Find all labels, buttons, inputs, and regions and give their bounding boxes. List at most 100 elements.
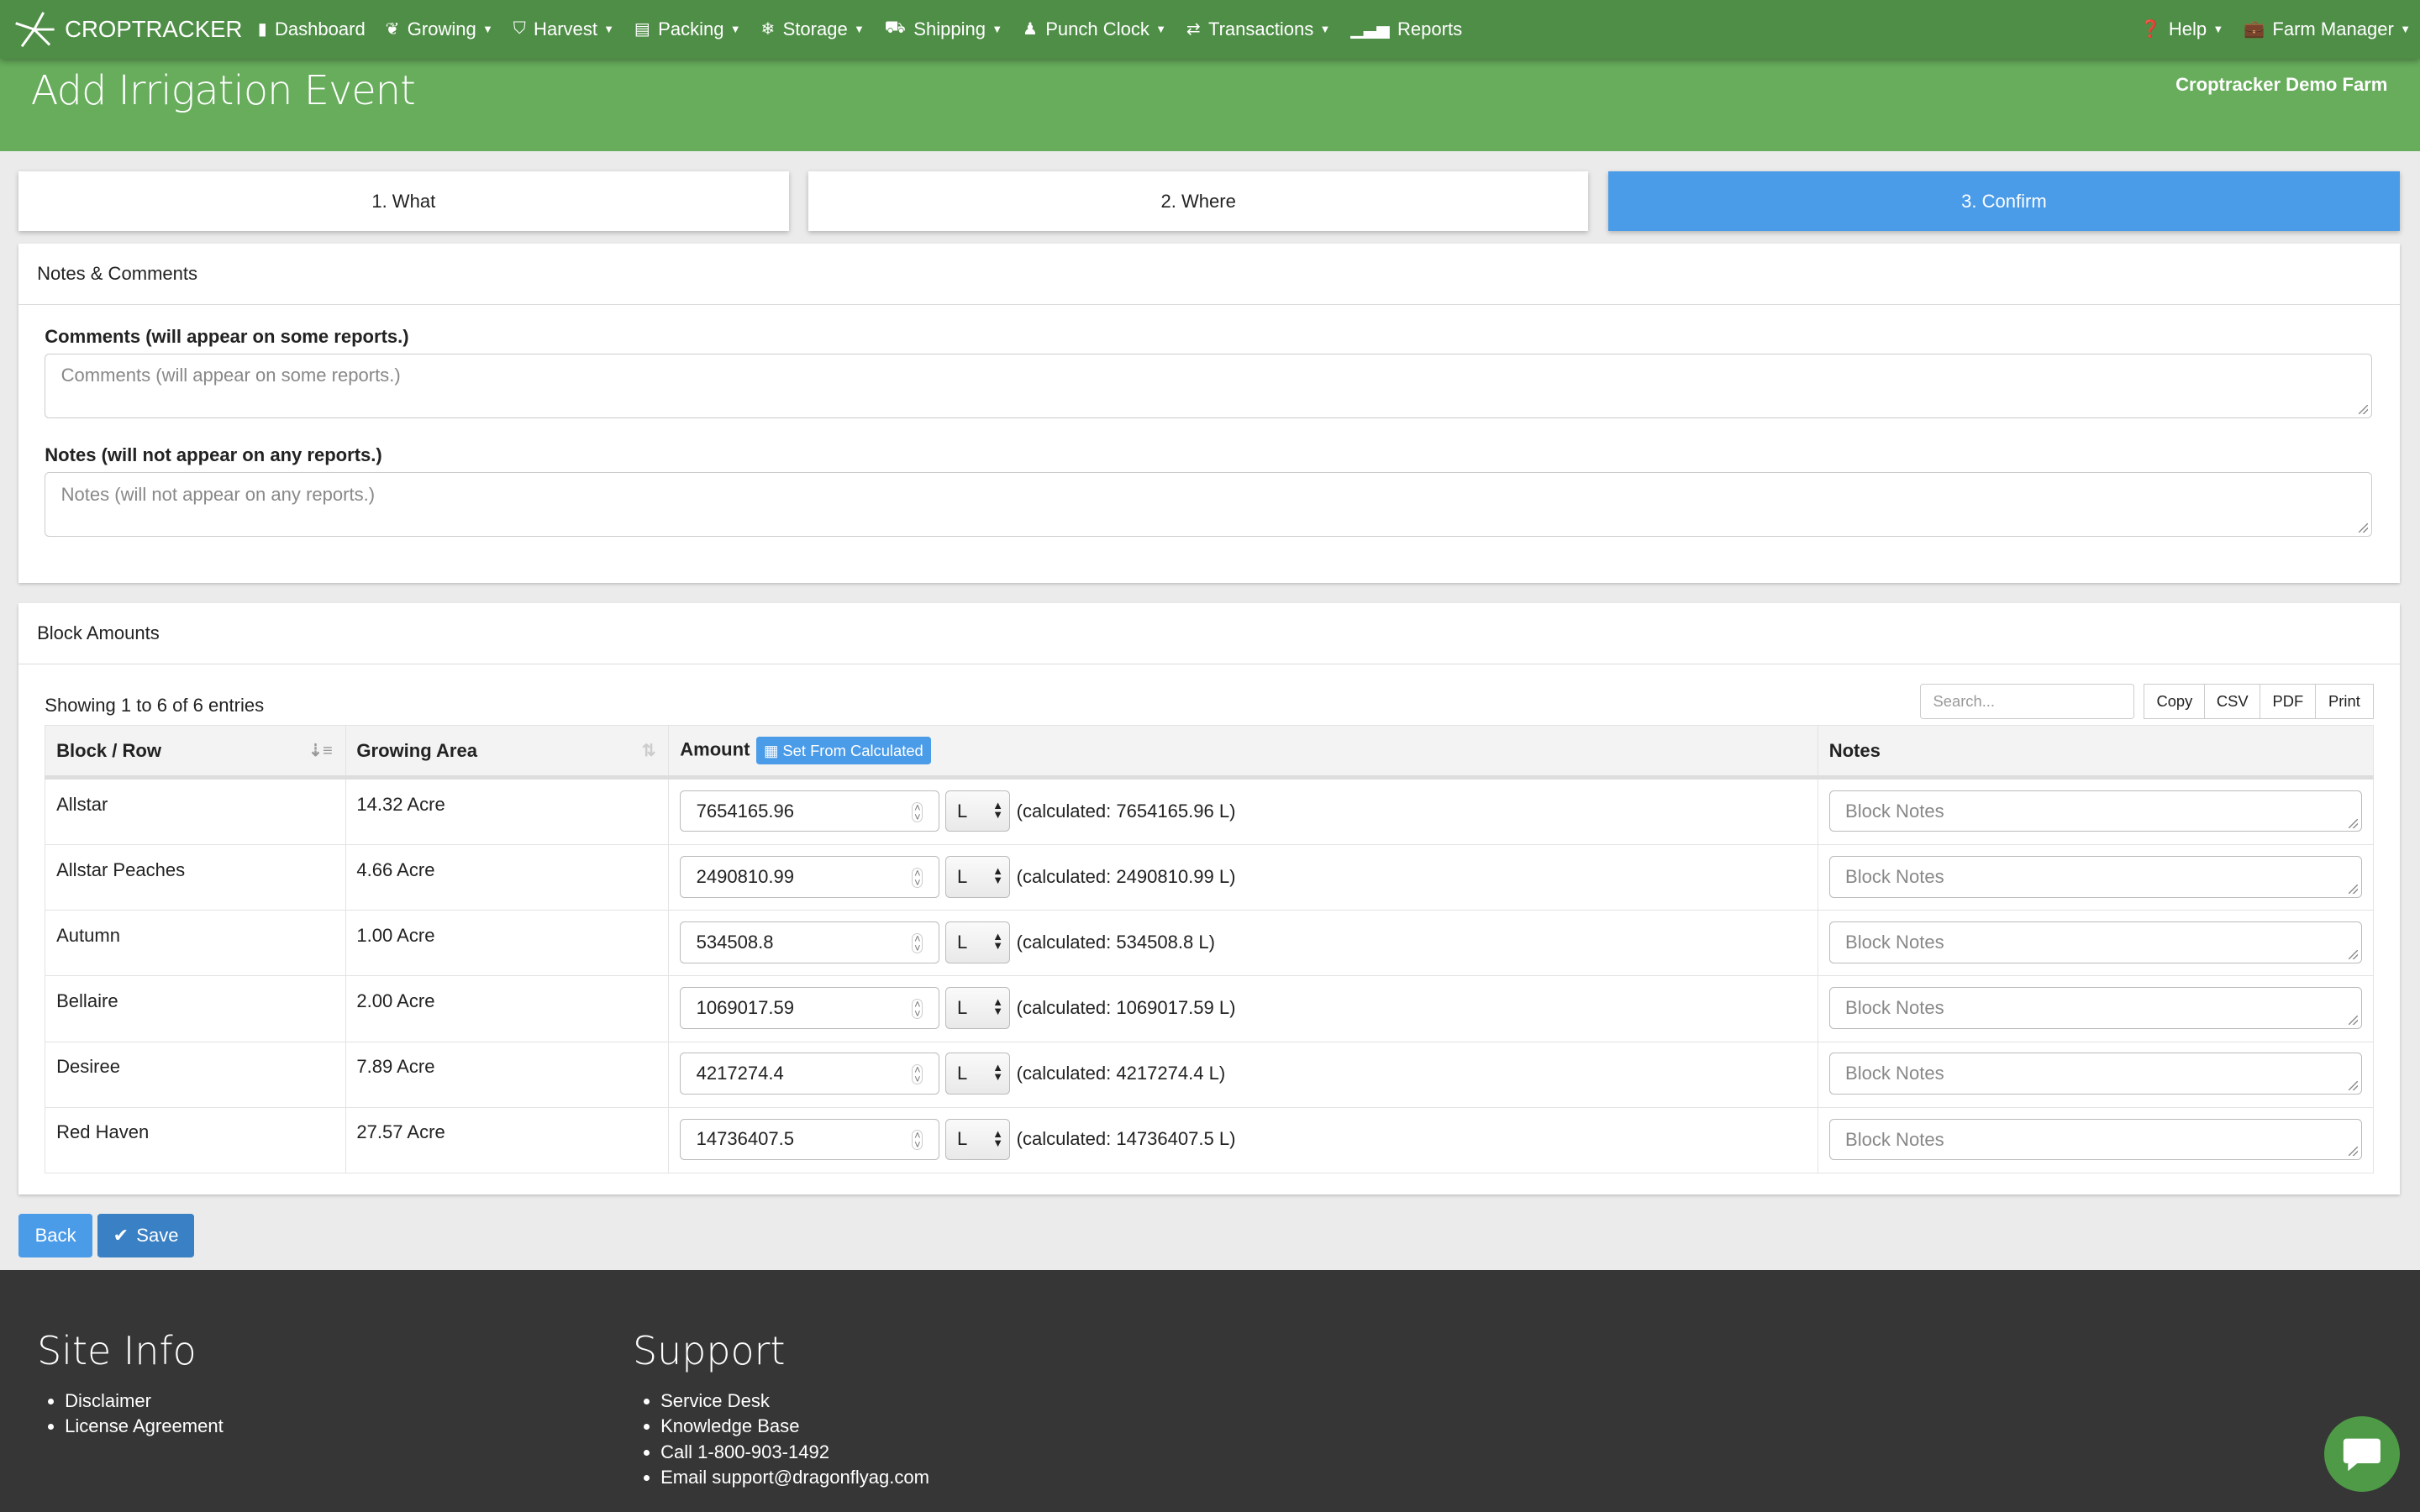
spinner-icon[interactable]: ˄ ˅ xyxy=(912,1064,923,1085)
select-arrows-icon: ▲ ▼ xyxy=(992,930,1003,953)
unit-value: L xyxy=(956,997,968,1019)
back-button[interactable]: Back xyxy=(18,1214,93,1257)
footer-link[interactable]: License Agreement xyxy=(65,1414,224,1439)
amount-input[interactable]: 534508.8 ˄ ˅ xyxy=(680,921,939,963)
brand-name: CROPTRACKER xyxy=(65,15,243,42)
nav-transactions[interactable]: ⇄ Transactions ▼ xyxy=(1186,18,1330,40)
nav-storage[interactable]: ❄ Storage ▼ xyxy=(760,18,864,40)
notes-panel: Notes & Comments Comments (will appear o… xyxy=(18,244,2401,584)
nav-reports[interactable]: ▁▃▅ Reports xyxy=(1350,18,1462,40)
snowflake-icon: ❄ xyxy=(760,20,776,39)
amount-cell: 4217274.4 ˄ ˅ L ▲ ▼ (calculated: 4217274.4 L… xyxy=(668,1041,1818,1108)
nav-shipping[interactable]: ⛟ Shipping ▼ xyxy=(885,18,1002,40)
block-name: Allstar Peaches xyxy=(45,844,346,911)
nav-growing[interactable]: ❦ Growing ▼ xyxy=(386,18,493,40)
block-notes-input[interactable]: Block Notes xyxy=(1828,987,2362,1029)
spinner-icon[interactable]: ˄ ˅ xyxy=(912,867,923,888)
column-label: Block / Row xyxy=(56,739,161,761)
spinner-icon[interactable]: ˄ ˅ xyxy=(912,932,923,953)
nav-farm-manager[interactable]: 💼 Farm Manager ▼ xyxy=(2244,18,2411,40)
amount-input[interactable]: 14736407.5 ˄ ˅ xyxy=(680,1118,939,1161)
amount-input[interactable]: 1069017.59 ˄ ˅ xyxy=(680,987,939,1029)
nav-punch-clock[interactable]: ♟ Punch Clock ▼ xyxy=(1023,18,1166,40)
page-title: Add Irrigation Event xyxy=(30,67,416,114)
notes-cell: Block Notes xyxy=(1817,1106,2374,1173)
caret-down-icon: ▼ xyxy=(482,23,493,36)
set-from-calculated-button[interactable]: ▦ Set From Calculated xyxy=(755,737,931,765)
spinner-icon[interactable]: ˄ ˅ xyxy=(912,1130,923,1151)
bookmark-icon: ▮ xyxy=(257,20,267,39)
column-header-block[interactable]: Block / Row ⇣≡ xyxy=(45,725,346,780)
calculated-amount: (calculated: 2490810.99 L) xyxy=(1016,865,1236,887)
save-button[interactable]: ✔ Save xyxy=(97,1214,195,1257)
block-notes-input[interactable]: Block Notes xyxy=(1828,855,2362,898)
unit-select[interactable]: L ▲ ▼ xyxy=(945,1118,1011,1161)
nav-farm-manager-label: Farm Manager xyxy=(2272,18,2394,39)
panel-heading: Notes & Comments xyxy=(18,244,2401,305)
spinner-icon[interactable]: ˄ ˅ xyxy=(912,801,923,822)
brand-logo[interactable]: CROPTRACKER xyxy=(13,11,243,48)
amount-input[interactable]: 4217274.4 ˄ ˅ xyxy=(680,1053,939,1095)
pdf-button[interactable]: PDF xyxy=(2259,683,2317,719)
column-header-area[interactable]: Growing Area ⇅ xyxy=(345,725,670,780)
select-arrows-icon: ▲ ▼ xyxy=(992,995,1003,1018)
block-notes-input[interactable]: Block Notes xyxy=(1828,790,2362,832)
table-row: Bellaire 2.00 Acre 1069017.59 ˄ ˅ L ▲ ▼ (cal… xyxy=(45,975,2374,1042)
amount-cell: 14736407.5 ˄ ˅ L ▲ ▼ (calculated: 14736407.5… xyxy=(668,1106,1818,1173)
footer-link[interactable]: Service Desk xyxy=(660,1389,929,1414)
notes-textarea[interactable]: Notes (will not appear on any reports.) xyxy=(45,472,2372,538)
amount-cell: 7654165.96 ˄ ˅ L ▲ ▼ (calculated: 7654165.96… xyxy=(668,777,1818,846)
column-label: Growing Area xyxy=(356,739,478,761)
footer-link[interactable]: Knowledge Base xyxy=(660,1414,929,1439)
unit-select[interactable]: L ▲ ▼ xyxy=(945,921,1011,963)
block-notes-input[interactable]: Block Notes xyxy=(1828,1118,2362,1161)
nav-label: Growing xyxy=(407,18,476,39)
footer-link[interactable]: Call 1-800-903-1492 xyxy=(660,1440,929,1465)
caret-down-icon: ▼ xyxy=(2400,23,2411,36)
croptracker-logo-icon xyxy=(14,11,55,47)
amount-value: 1069017.59 xyxy=(696,997,794,1019)
nav-help[interactable]: ❓ Help ▼ xyxy=(2140,18,2224,40)
box-icon: ▤ xyxy=(634,20,650,39)
unit-select[interactable]: L ▲ ▼ xyxy=(945,855,1011,898)
sort-icon: ⇅ xyxy=(641,741,656,760)
footer-link[interactable]: Email support@dragonflyag.com xyxy=(660,1465,929,1490)
block-notes-input[interactable]: Block Notes xyxy=(1828,1053,2362,1095)
search-input[interactable]: Search... xyxy=(1919,683,2135,719)
unit-value: L xyxy=(956,1128,968,1150)
amount-input[interactable]: 7654165.96 ˄ ˅ xyxy=(680,790,939,832)
unit-select[interactable]: L ▲ ▼ xyxy=(945,790,1011,832)
nav-dashboard[interactable]: ▮ Dashboard xyxy=(258,18,366,40)
amount-cell: 1069017.59 ˄ ˅ L ▲ ▼ (calculated: 1069017.59… xyxy=(668,975,1818,1042)
table-row: Desiree 7.89 Acre 4217274.4 ˄ ˅ L ▲ ▼ (calcu… xyxy=(45,1041,2374,1108)
block-notes-input[interactable]: Block Notes xyxy=(1828,921,2362,963)
spinner-icon[interactable]: ˄ ˅ xyxy=(912,999,923,1020)
block-amounts-table: Block / Row ⇣≡ Growing Area ⇅ Amount ▦ Set … xyxy=(45,725,2374,1173)
leaf-icon: ❦ xyxy=(385,20,400,39)
step-where[interactable]: 2. Where xyxy=(808,171,1588,232)
copy-button[interactable]: Copy xyxy=(2144,683,2206,719)
growing-area: 2.00 Acre xyxy=(345,975,670,1042)
notes-label: Notes (will not appear on any reports.) xyxy=(45,444,382,465)
footer-link[interactable]: Disclaimer xyxy=(65,1389,224,1414)
print-button[interactable]: Print xyxy=(2315,683,2374,719)
csv-button[interactable]: CSV xyxy=(2203,683,2261,719)
comments-textarea[interactable]: Comments (will appear on some reports.) xyxy=(45,353,2372,418)
table-row: Red Haven 27.57 Acre 14736407.5 ˄ ˅ L ▲ ▼ (c… xyxy=(45,1106,2374,1173)
notes-cell: Block Notes xyxy=(1817,844,2374,911)
chat-button[interactable] xyxy=(2324,1416,2401,1493)
nav-label: Punch Clock xyxy=(1045,18,1150,39)
step-what[interactable]: 1. What xyxy=(18,171,789,232)
nav-harvest[interactable]: ⛉ Harvest ▼ xyxy=(513,18,614,40)
nav-packing[interactable]: ▤ Packing ▼ xyxy=(634,18,741,40)
amount-input[interactable]: 2490810.99 ˄ ˅ xyxy=(680,855,939,898)
nav-label: Harvest xyxy=(534,18,597,39)
unit-select[interactable]: L ▲ ▼ xyxy=(945,987,1011,1029)
page-header: Add Irrigation Event Croptracker Demo Fa… xyxy=(0,58,2420,151)
step-confirm[interactable]: 3. Confirm xyxy=(1607,171,2401,232)
table-row: Autumn 1.00 Acre 534508.8 ˄ ˅ L ▲ ▼ (calcula… xyxy=(45,910,2374,977)
caret-down-icon: ▼ xyxy=(992,23,1003,36)
chat-bubble-icon xyxy=(2344,1438,2381,1472)
unit-select[interactable]: L ▲ ▼ xyxy=(945,1053,1011,1095)
notes-cell: Block Notes xyxy=(1817,1041,2374,1108)
